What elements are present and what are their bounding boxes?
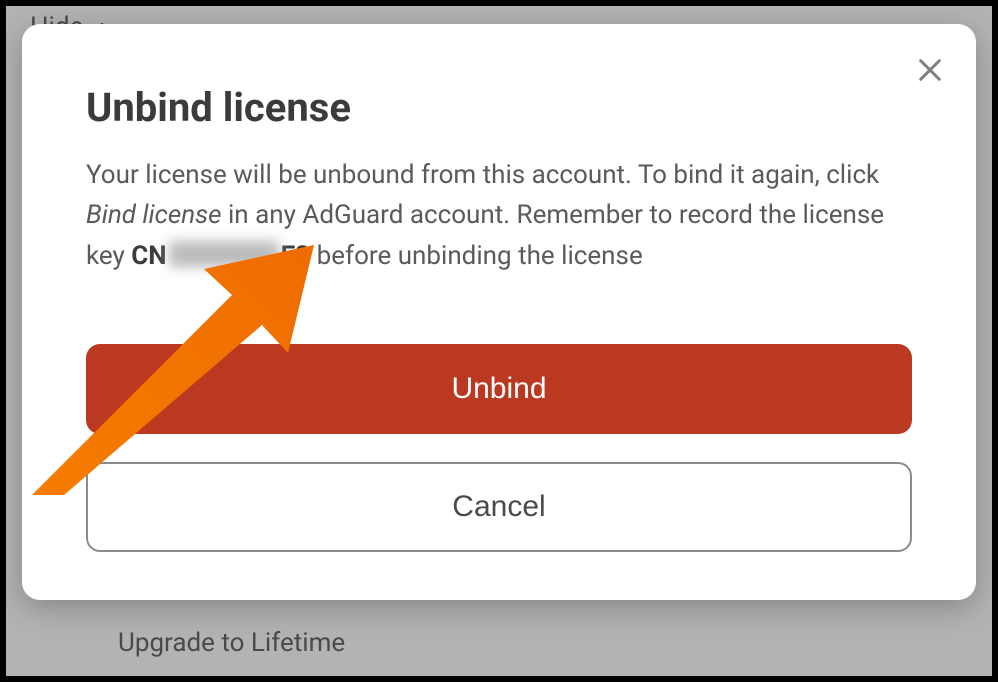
unbind-button[interactable]: Unbind xyxy=(86,344,912,434)
cancel-button[interactable]: Cancel xyxy=(86,462,912,552)
modal-description: Your license will be unbound from this a… xyxy=(86,155,912,276)
license-key-redacted xyxy=(169,241,279,267)
body-text-1: Your license will be unbound from this a… xyxy=(86,160,879,190)
bind-license-text: Bind license xyxy=(86,200,222,230)
modal-title: Unbind license xyxy=(86,84,912,131)
close-button[interactable] xyxy=(912,52,948,88)
unbind-license-modal: Unbind license Your license will be unbo… xyxy=(22,24,976,600)
license-key-prefix: CN xyxy=(131,241,166,271)
close-icon xyxy=(916,56,944,84)
body-text-3: before unbinding the license xyxy=(310,241,643,271)
license-key-suffix: E3 xyxy=(281,241,311,271)
upgrade-lifetime-link[interactable]: Upgrade to Lifetime xyxy=(118,628,345,658)
